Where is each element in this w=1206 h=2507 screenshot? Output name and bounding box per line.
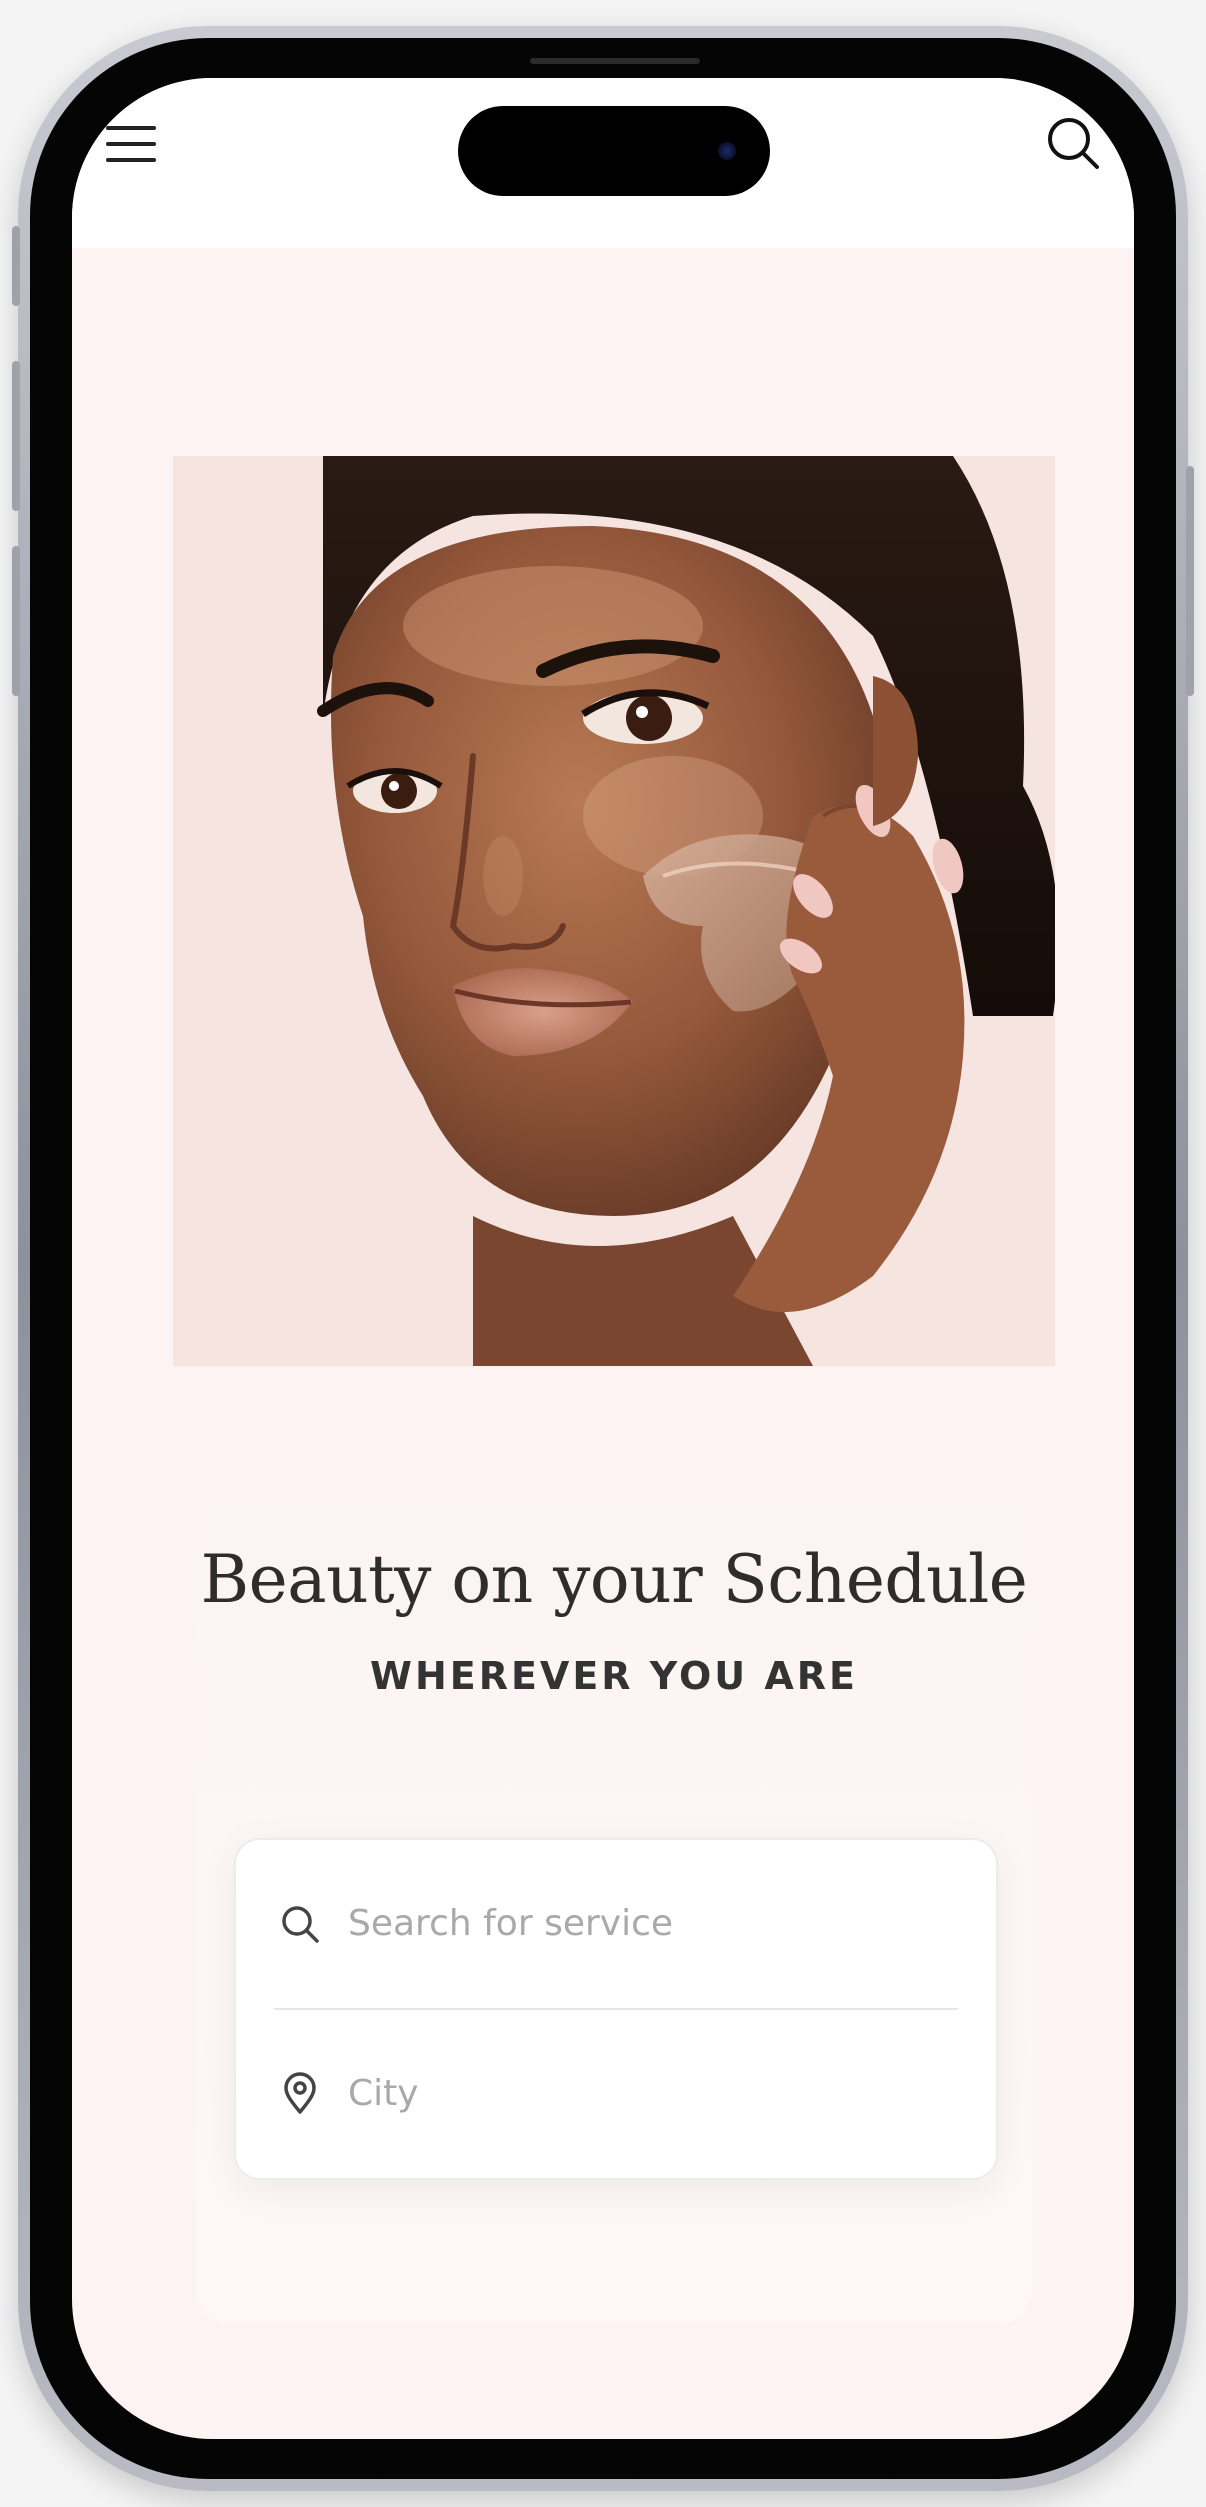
speaker-grille: [530, 58, 700, 64]
hamburger-menu-icon[interactable]: [102, 118, 158, 170]
search-icon[interactable]: [1044, 114, 1104, 174]
dynamic-island: [458, 106, 770, 196]
phone-screen: Beauty on your Schedule WHEREVER YOU ARE…: [72, 78, 1134, 2439]
volume-up-button: [12, 361, 20, 511]
search-icon: [278, 1902, 322, 1946]
page-title: Beauty on your Schedule: [200, 1541, 1028, 1618]
search-form: Search for service City: [234, 1838, 998, 2180]
hero-image: [173, 456, 1055, 1366]
camera-icon: [718, 142, 736, 160]
app-header: [72, 78, 1134, 248]
search-card: Beauty on your Schedule WHEREVER YOU ARE…: [196, 1494, 1032, 2324]
phone-bezel: Beauty on your Schedule WHEREVER YOU ARE…: [30, 38, 1176, 2479]
service-search-field[interactable]: Search for service: [236, 1840, 996, 2008]
side-button: [12, 226, 20, 306]
page-subtitle: WHEREVER YOU ARE: [370, 1654, 858, 1698]
phone-frame: Beauty on your Schedule WHEREVER YOU ARE…: [12, 26, 1194, 2491]
power-button: [1186, 466, 1194, 696]
volume-down-button: [12, 546, 20, 696]
service-search-input[interactable]: Search for service: [348, 1902, 673, 1946]
city-input[interactable]: City: [348, 2072, 419, 2116]
city-field[interactable]: City: [236, 2010, 996, 2178]
location-pin-icon: [278, 2072, 322, 2116]
